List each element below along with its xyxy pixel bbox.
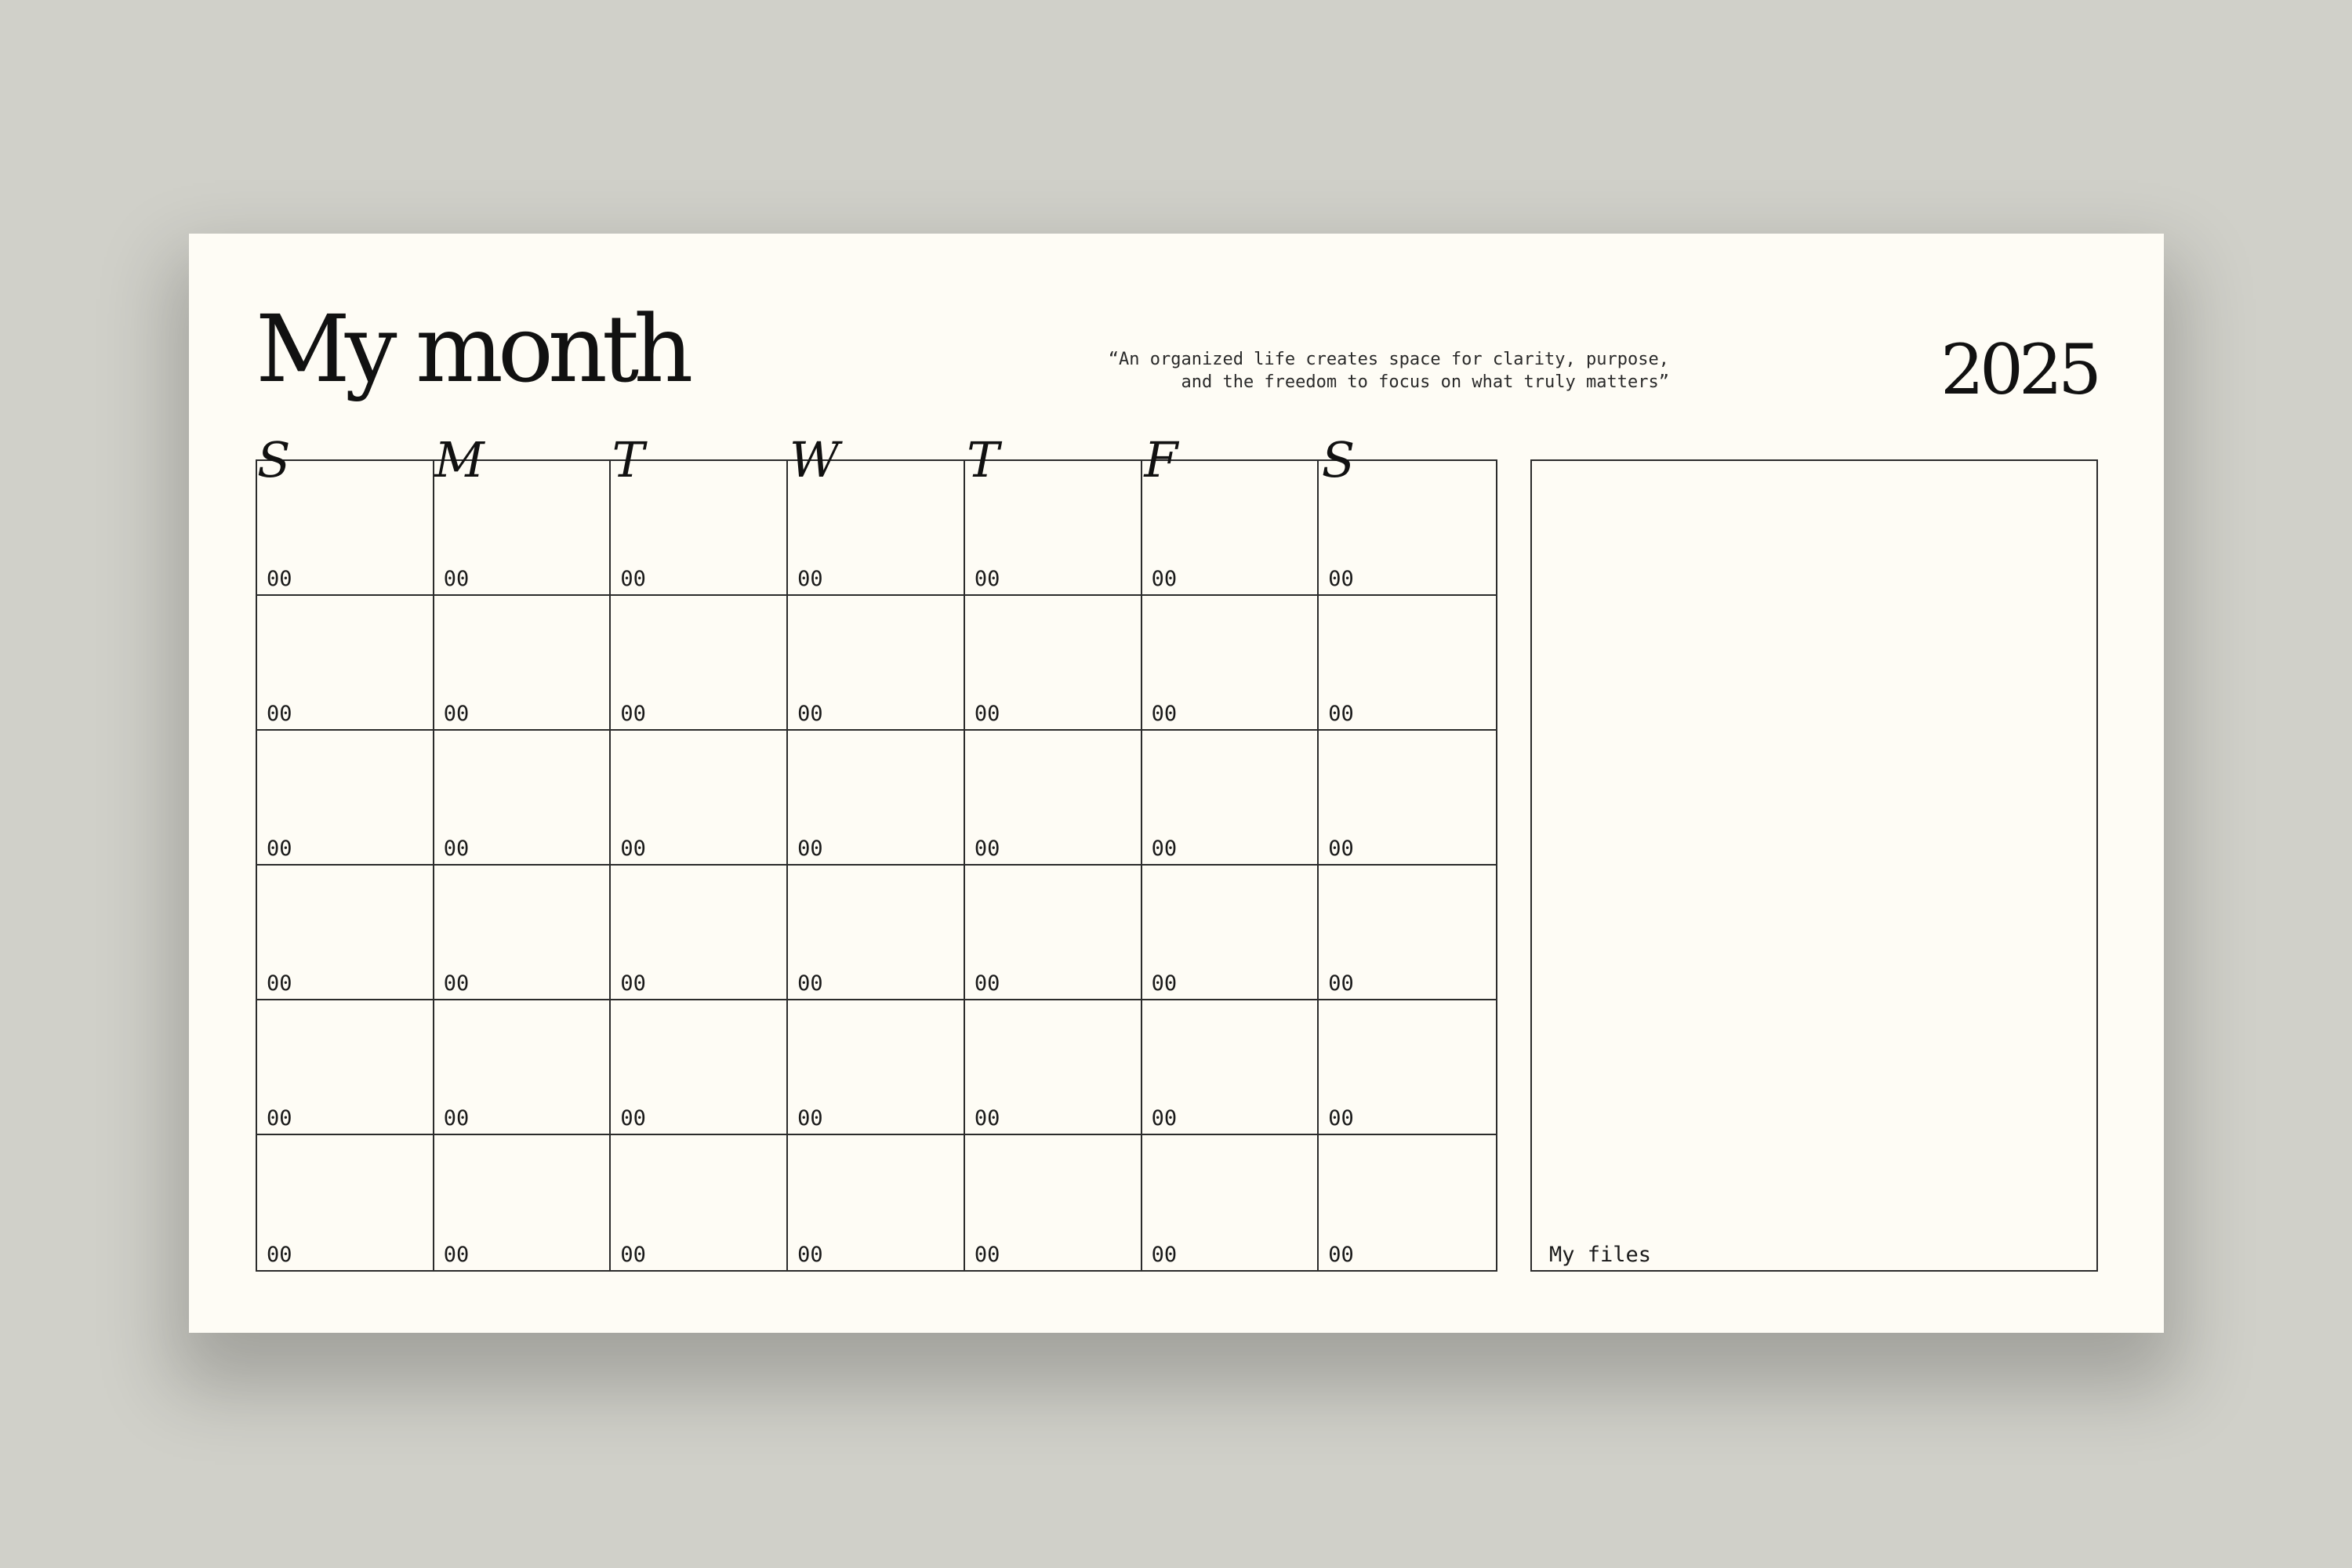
day-number: 00 <box>620 567 646 591</box>
day-cell[interactable]: 00 <box>257 731 434 866</box>
day-number: 00 <box>1328 837 1354 861</box>
year-label: 2025 <box>1940 329 2102 410</box>
day-number: 00 <box>1328 1243 1354 1267</box>
day-cell[interactable]: 00 <box>611 1000 789 1135</box>
day-cell[interactable]: 00 <box>1142 461 1319 596</box>
day-number: 00 <box>1328 1106 1354 1131</box>
day-cell[interactable]: 00 <box>1319 461 1496 596</box>
day-cell[interactable]: 00 <box>257 461 434 596</box>
calendar-grid: 00 00 00 00 00 00 00 00 00 00 00 00 00 00 00 00 00 00 00 00… <box>256 459 1497 1272</box>
day-cell[interactable]: 00 <box>1142 866 1319 1000</box>
day-number: 00 <box>267 567 292 591</box>
day-number: 00 <box>797 702 823 726</box>
day-number: 00 <box>267 1106 292 1131</box>
day-number: 00 <box>1328 702 1354 726</box>
day-cell[interactable]: 00 <box>611 596 789 731</box>
day-cell[interactable]: 00 <box>257 1135 434 1270</box>
day-number: 00 <box>974 1243 1000 1267</box>
day-number: 00 <box>1151 971 1178 996</box>
day-number: 00 <box>443 1106 470 1131</box>
day-cell[interactable]: 00 <box>611 866 789 1000</box>
day-number: 00 <box>1151 567 1178 591</box>
day-cell[interactable]: 00 <box>434 1000 612 1135</box>
day-number: 00 <box>443 567 470 591</box>
day-cell[interactable]: 00 <box>964 461 1142 596</box>
day-number: 00 <box>974 971 1000 996</box>
day-cell[interactable]: 00 <box>1319 596 1496 731</box>
files-panel[interactable]: My files <box>1530 459 2098 1272</box>
day-cell[interactable]: 00 <box>1142 596 1319 731</box>
day-number: 00 <box>1151 1106 1178 1131</box>
day-cell[interactable]: 00 <box>788 1000 965 1135</box>
day-cell[interactable]: 00 <box>788 1135 965 1270</box>
day-cell[interactable]: 00 <box>964 1000 1142 1135</box>
day-cell[interactable]: 00 <box>611 461 789 596</box>
day-number: 00 <box>974 702 1000 726</box>
day-cell[interactable]: 00 <box>434 461 612 596</box>
day-cell[interactable]: 00 <box>257 866 434 1000</box>
page-title: My month <box>256 295 693 403</box>
day-number: 00 <box>620 1106 646 1131</box>
day-cell[interactable]: 00 <box>1319 731 1496 866</box>
day-cell[interactable]: 00 <box>1142 731 1319 866</box>
day-cell[interactable]: 00 <box>434 1135 612 1270</box>
quote-line-1: “An organized life creates space for cla… <box>1108 350 1669 369</box>
day-cell[interactable]: 00 <box>434 866 612 1000</box>
day-number: 00 <box>620 971 646 996</box>
day-cell[interactable]: 00 <box>434 731 612 866</box>
day-number: 00 <box>797 837 823 861</box>
day-number: 00 <box>1328 567 1354 591</box>
day-cell[interactable]: 00 <box>611 1135 789 1270</box>
quote-line-2: and the freedom to focus on what truly m… <box>1181 372 1669 392</box>
day-cell[interactable]: 00 <box>788 596 965 731</box>
day-number: 00 <box>443 702 470 726</box>
day-cell[interactable]: 00 <box>965 1135 1142 1270</box>
day-number: 00 <box>1151 837 1178 861</box>
day-number: 00 <box>797 567 823 591</box>
day-cell[interactable]: 00 <box>788 731 965 866</box>
day-cell[interactable]: 00 <box>1142 1000 1319 1135</box>
day-cell[interactable]: 00 <box>1142 1135 1319 1270</box>
day-number: 00 <box>797 971 823 996</box>
day-cell[interactable]: 00 <box>434 596 612 731</box>
day-number: 00 <box>620 702 646 726</box>
day-number: 00 <box>443 837 470 861</box>
day-cell[interactable]: 00 <box>788 461 965 596</box>
day-number: 00 <box>1328 971 1354 996</box>
planner-card: My month “An organized life creates spac… <box>189 234 2164 1333</box>
day-cell[interactable]: 00 <box>257 596 434 731</box>
day-number: 00 <box>974 567 1000 591</box>
files-label: My files <box>1549 1243 1652 1267</box>
day-cell[interactable]: 00 <box>964 866 1142 1000</box>
quote: “An organized life creates space for cla… <box>964 348 1669 394</box>
day-number: 00 <box>797 1106 823 1131</box>
day-cell[interactable]: 00 <box>611 731 789 866</box>
day-number: 00 <box>267 971 292 996</box>
day-number: 00 <box>267 837 292 861</box>
day-number: 00 <box>267 702 292 726</box>
day-number: 00 <box>267 1243 292 1267</box>
day-cell[interactable]: 00 <box>964 596 1142 731</box>
day-number: 00 <box>1151 1243 1178 1267</box>
day-number: 00 <box>1151 702 1178 726</box>
day-cell[interactable]: 00 <box>1319 866 1496 1000</box>
day-number: 00 <box>620 837 646 861</box>
day-number: 00 <box>443 1243 470 1267</box>
day-number: 00 <box>620 1243 646 1267</box>
day-cell[interactable]: 00 <box>788 866 965 1000</box>
day-number: 00 <box>974 1106 1000 1131</box>
day-cell[interactable]: 00 <box>1319 1000 1496 1135</box>
day-number: 00 <box>797 1243 823 1267</box>
day-cell[interactable]: 00 <box>257 1000 434 1135</box>
day-number: 00 <box>974 837 1000 861</box>
day-number: 00 <box>443 971 470 996</box>
day-cell[interactable]: 00 <box>964 731 1142 866</box>
day-cell[interactable]: 00 <box>1319 1135 1496 1270</box>
